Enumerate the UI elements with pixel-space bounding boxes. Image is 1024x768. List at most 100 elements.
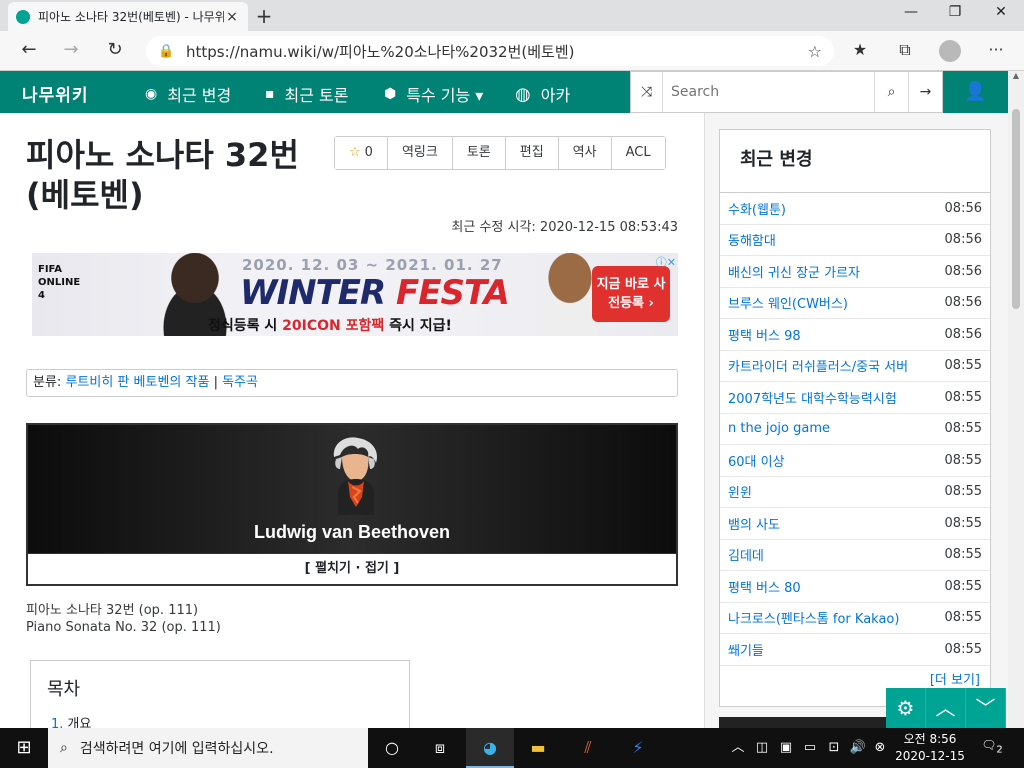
recent-change-title[interactable]: 나크로스(펜타스톰 for Kakao) xyxy=(728,608,945,627)
recent-change-title[interactable]: 카트라이더 러쉬플러스/중국 서버 xyxy=(728,356,945,375)
favorite-star-icon[interactable]: ☆ xyxy=(808,42,822,61)
nav-arca[interactable]: ◍ 아카 xyxy=(515,82,570,106)
task-view-icon[interactable]: ⧈ xyxy=(416,728,464,768)
settings-gear-icon[interactable]: ⚙ xyxy=(886,688,926,728)
recent-change-title[interactable]: 김데데 xyxy=(728,545,945,564)
recent-change-title[interactable]: 동해함대 xyxy=(728,230,945,249)
user-icon[interactable]: 👤 xyxy=(943,71,1008,113)
browser-tab[interactable]: 피아노 소나타 32번(베토벤) - 나무위키 × xyxy=(8,2,248,31)
app-lightning-icon[interactable]: ⚡ xyxy=(614,728,662,768)
toc-item-number[interactable]: 1. xyxy=(51,717,63,728)
random-shuffle-icon[interactable]: ⤨ xyxy=(631,72,663,112)
discussion-button[interactable]: 토론 xyxy=(452,137,506,169)
category-link[interactable]: 루트비히 판 베토벤의 작품 xyxy=(65,375,209,390)
recent-change-title[interactable]: 뱀의 사도 xyxy=(728,514,945,533)
tray-camera-icon[interactable]: ▣ xyxy=(776,728,796,768)
favorites-icon[interactable]: ★ xyxy=(848,40,872,59)
toc-item-label[interactable]: 개요 xyxy=(67,717,91,728)
recent-change-title[interactable]: 평택 버스 98 xyxy=(728,325,945,344)
recent-change-row[interactable]: 배신의 귀신 장군 가르자 08:56 xyxy=(720,256,990,288)
site-logo[interactable]: 나무위키 xyxy=(22,81,89,106)
cortana-icon[interactable]: ○ xyxy=(368,728,416,768)
edit-button[interactable]: 편집 xyxy=(505,137,559,169)
scroll-up-arrow-icon[interactable]: ▲ xyxy=(1008,71,1024,80)
toc-item[interactable]: 1. 개요 xyxy=(51,713,91,728)
refresh-icon[interactable]: ↻ xyxy=(102,39,128,63)
lock-icon[interactable]: 🔒 xyxy=(158,44,178,59)
infobox-toggle[interactable]: [ 펼치기 · 접기 ] xyxy=(28,553,676,584)
ad-info-icon[interactable]: ⓘ✕ xyxy=(656,254,676,270)
close-window-button[interactable]: ✕ xyxy=(986,4,1016,20)
category-link[interactable]: 독주곡 xyxy=(222,375,258,390)
edge-browser-icon[interactable]: ◕ xyxy=(466,728,514,768)
recent-change-title[interactable]: 평택 버스 80 xyxy=(728,577,945,596)
windows-start-icon[interactable]: ⊞ xyxy=(0,728,48,768)
composer-infobox: Ludwig van Beethoven [ 펼치기 · 접기 ] xyxy=(26,423,678,586)
search-bar: ⤨ ⌕ → xyxy=(630,71,943,113)
forward-icon[interactable]: → xyxy=(58,39,84,63)
file-explorer-icon[interactable]: ▬ xyxy=(514,728,562,768)
volume-icon[interactable]: 🔊 xyxy=(848,728,868,768)
recent-change-row[interactable]: 쐐기들 08:55 xyxy=(720,634,990,666)
recent-change-title[interactable]: 쐐기들 xyxy=(728,640,945,659)
url-text[interactable]: https://namu.wiki/w/피아노%20소나타%2032번(베토벤) xyxy=(186,41,808,62)
app-icon[interactable]: ⫽ xyxy=(564,728,612,768)
recent-change-row[interactable]: 평택 버스 80 08:55 xyxy=(720,571,990,603)
taskbar-clock[interactable]: 오전 8:56 2020-12-15 xyxy=(885,731,975,765)
maximize-button[interactable]: ❐ xyxy=(940,4,970,20)
go-arrow-icon[interactable]: → xyxy=(908,72,942,112)
recent-change-title[interactable]: n the jojo game xyxy=(728,421,945,436)
search-icon[interactable]: ⌕ xyxy=(874,72,908,112)
recent-change-row[interactable]: 동해함대 08:56 xyxy=(720,225,990,256)
recent-change-title[interactable]: 2007학년도 대학수학능력시험 xyxy=(728,388,945,407)
recent-change-time: 08:55 xyxy=(944,452,982,468)
recent-change-row[interactable]: 브루스 웨인(CW버스) 08:56 xyxy=(720,288,990,319)
recent-change-row[interactable]: 수화(웹툰) 08:56 xyxy=(720,193,990,225)
recent-change-title[interactable]: 60대 이상 xyxy=(728,451,945,470)
notification-center-icon[interactable]: 🗨2 xyxy=(980,738,1004,760)
recent-change-row[interactable]: 나크로스(펜타스톰 for Kakao) 08:55 xyxy=(720,603,990,634)
tab-close-icon[interactable]: × xyxy=(224,9,240,25)
recent-change-row[interactable]: n the jojo game 08:55 xyxy=(720,414,990,445)
collections-icon[interactable]: ⧉ xyxy=(893,40,917,60)
recent-change-title[interactable]: 윈윈 xyxy=(728,482,945,501)
recent-change-row[interactable]: 60대 이상 08:55 xyxy=(720,445,990,477)
minimize-button[interactable]: — xyxy=(896,4,926,20)
recent-change-row[interactable]: 평택 버스 98 08:56 xyxy=(720,319,990,351)
recent-change-title[interactable]: 배신의 귀신 장군 가르자 xyxy=(728,262,945,281)
star-button[interactable]: ☆ 0 xyxy=(335,137,388,169)
scrollbar-thumb[interactable] xyxy=(1012,109,1020,309)
recent-changes-title: 최근 변경 xyxy=(720,130,990,193)
address-bar[interactable]: 🔒 https://namu.wiki/w/피아노%20소나타%2032번(베토… xyxy=(146,36,834,66)
recent-change-title[interactable]: 수화(웹툰) xyxy=(728,199,945,218)
tray-chevron-icon[interactable]: ︿ xyxy=(728,728,748,768)
recent-change-title[interactable]: 브루스 웨인(CW버스) xyxy=(728,293,945,312)
nav-recent-discussions[interactable]: ▪ 최근 토론 xyxy=(265,82,348,106)
recent-change-row[interactable]: 김데데 08:55 xyxy=(720,540,990,571)
recent-change-row[interactable]: 카트라이더 러쉬플러스/중국 서버 08:55 xyxy=(720,351,990,382)
recent-change-row[interactable]: 뱀의 사도 08:55 xyxy=(720,508,990,540)
scroll-up-icon[interactable]: ︿ xyxy=(926,688,966,728)
back-icon[interactable]: ← xyxy=(16,39,42,63)
more-menu-icon[interactable]: ··· xyxy=(984,40,1008,59)
history-button[interactable]: 역사 xyxy=(558,137,612,169)
profile-avatar[interactable] xyxy=(939,40,961,62)
tray-app-icon[interactable]: ◫ xyxy=(752,728,772,768)
article-toolbar: ☆ 0 역링크 토론 편집 역사 ACL xyxy=(334,136,666,170)
taskbar-search[interactable]: ⌕ 검색하려면 여기에 입력하십시오. xyxy=(48,728,368,768)
nav-special-functions[interactable]: ⬢ 특수 기능 ▾ xyxy=(384,82,483,106)
advertisement-banner[interactable]: FIFA ONLINE 4 2020. 12. 03 ~ 2021. 01. 2… xyxy=(32,253,678,336)
new-tab-button[interactable]: + xyxy=(254,4,274,28)
page-scrollbar[interactable]: ▲ xyxy=(1008,71,1024,728)
ad-cta-button[interactable]: 지금 바로 사전등록 › xyxy=(592,266,670,322)
nav-recent-changes[interactable]: ◉ 최근 변경 xyxy=(145,82,231,106)
search-input[interactable] xyxy=(663,72,874,112)
cube-icon: ⬢ xyxy=(384,86,397,102)
battery-icon[interactable]: ▭ xyxy=(800,728,820,768)
acl-button[interactable]: ACL xyxy=(611,137,665,169)
recent-change-row[interactable]: 2007학년도 대학수학능력시험 08:55 xyxy=(720,382,990,414)
scroll-down-icon[interactable]: ﹀ xyxy=(966,688,1006,728)
network-icon[interactable]: ⊡ xyxy=(824,728,844,768)
backlinks-button[interactable]: 역링크 xyxy=(387,137,453,169)
recent-change-row[interactable]: 윈윈 08:55 xyxy=(720,477,990,508)
